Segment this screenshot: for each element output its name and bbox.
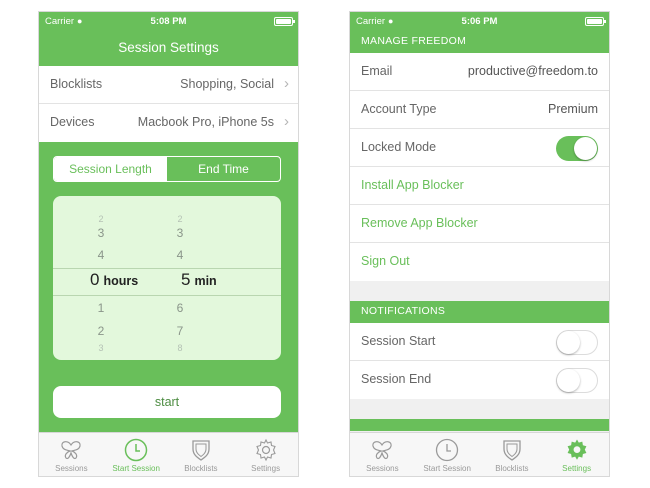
battery-icon — [274, 17, 295, 26]
picker-mins-option[interactable]: 3 — [170, 226, 190, 240]
remove-app-blocker-row[interactable]: Remove App Blocker — [350, 205, 609, 243]
locked-mode-toggle[interactable] — [556, 136, 598, 161]
section-header-partial — [350, 419, 609, 431]
status-bar: Carrier ● 5:06 PM — [350, 12, 609, 31]
session-end-toggle[interactable] — [556, 368, 598, 393]
tab-start-session[interactable]: Start Session — [415, 433, 480, 476]
shield-icon — [503, 440, 521, 461]
mins-value: 5 — [181, 270, 191, 289]
picker-selection-band — [53, 268, 281, 296]
clock-icon — [435, 438, 459, 462]
toggle-knob — [574, 137, 597, 160]
picker-hours-option[interactable]: 2 — [91, 214, 111, 224]
butterfly-icon — [61, 441, 81, 460]
install-app-blocker-link[interactable]: Install App Blocker — [361, 178, 464, 192]
tab-blocklists[interactable]: Blocklists — [480, 433, 545, 476]
locked-mode-label: Locked Mode — [361, 140, 437, 154]
butterfly-icon — [372, 441, 392, 460]
picker-hours-option[interactable]: 3 — [91, 343, 111, 353]
mins-unit: min — [194, 274, 217, 288]
tab-blocklists-label: Blocklists — [495, 464, 529, 473]
picker-mins-selected: 5 min — [181, 270, 217, 290]
session-options-list: Blocklists Shopping, Social › Devices Ma… — [39, 66, 298, 142]
manage-freedom-header: MANAGE FREEDOM — [350, 31, 609, 53]
email-label: Email — [361, 64, 393, 78]
tab-settings[interactable]: Settings — [544, 433, 609, 476]
picker-hours-option[interactable]: 3 — [91, 226, 111, 240]
settings-screen: Carrier ● 5:06 PM MANAGE FREEDOM Email pr… — [349, 11, 610, 477]
account-type-row: Account Type Premium — [350, 91, 609, 129]
account-type-value: Premium — [547, 102, 598, 116]
tab-start-session-label: Start Session — [112, 464, 160, 473]
picker-mins-option[interactable]: 8 — [170, 343, 190, 353]
tab-settings[interactable]: Settings — [233, 433, 298, 476]
tab-sessions[interactable]: Sessions — [39, 433, 104, 476]
picker-hours-option[interactable]: 1 — [91, 301, 111, 315]
picker-mins-option[interactable]: 6 — [170, 301, 190, 315]
notifications-header: NOTIFICATIONS — [350, 301, 609, 323]
tab-blocklists[interactable]: Blocklists — [169, 433, 234, 476]
hours-unit: hours — [103, 274, 139, 288]
picker-mins-option[interactable]: 2 — [170, 214, 190, 224]
picker-hours-selected: 0 hours — [90, 270, 138, 290]
chevron-right-icon: › — [284, 75, 289, 92]
tab-sessions[interactable]: Sessions — [350, 433, 415, 476]
toggle-knob — [557, 369, 580, 392]
segment-end-time[interactable]: End Time — [167, 157, 280, 181]
section-gap — [350, 399, 609, 419]
battery-icon — [585, 17, 606, 26]
session-body: Session Length End Time 2 3 4 1 2 3 2 3 … — [39, 142, 298, 440]
session-mode-segment: Session Length End Time — [53, 156, 281, 182]
status-time: 5:08 PM — [150, 16, 187, 27]
session-start-row: Session Start — [350, 323, 609, 361]
email-value: productive@freedom.to — [467, 64, 598, 78]
tab-start-session-label: Start Session — [423, 464, 471, 473]
page-title: Session Settings — [39, 31, 298, 66]
sign-out-row[interactable]: Sign Out — [350, 243, 609, 281]
blocklists-label: Blocklists — [50, 77, 103, 91]
session-end-row: Session End — [350, 361, 609, 399]
session-settings-screen: Carrier ● 5:08 PM Session Settings Blockl… — [38, 11, 299, 477]
start-button[interactable]: start — [53, 386, 281, 418]
email-row: Email productive@freedom.to — [350, 53, 609, 91]
picker-mins-option[interactable]: 7 — [170, 324, 190, 338]
clock-icon — [124, 438, 148, 462]
duration-picker[interactable]: 2 3 4 1 2 3 2 3 4 6 7 8 0 hours 5 min — [53, 196, 281, 360]
shield-icon — [192, 440, 210, 461]
blocklists-value: Shopping, Social — [180, 77, 274, 91]
tab-bar: Sessions Start Session Blocklists Settin… — [350, 432, 609, 476]
tab-settings-label: Settings — [562, 464, 592, 473]
blocklists-row[interactable]: Blocklists Shopping, Social › — [39, 66, 298, 104]
picker-mins-option[interactable]: 4 — [170, 248, 190, 262]
gear-icon — [255, 438, 276, 462]
session-start-label: Session Start — [361, 334, 436, 348]
tab-sessions-label: Sessions — [366, 464, 399, 473]
chevron-right-icon: › — [284, 113, 289, 130]
tab-bar: Sessions Start Session Blocklists Settin… — [39, 432, 298, 476]
tab-settings-label: Settings — [251, 464, 281, 473]
segment-session-length[interactable]: Session Length — [54, 157, 167, 181]
devices-value: Macbook Pro, iPhone 5s — [137, 115, 274, 129]
session-start-toggle[interactable] — [556, 330, 598, 355]
toggle-knob — [557, 331, 580, 354]
remove-app-blocker-link[interactable]: Remove App Blocker — [361, 216, 478, 230]
status-bar: Carrier ● 5:08 PM — [39, 12, 298, 31]
install-app-blocker-row[interactable]: Install App Blocker — [350, 167, 609, 205]
locked-mode-row: Locked Mode — [350, 129, 609, 167]
devices-label: Devices — [50, 115, 95, 129]
tab-sessions-label: Sessions — [55, 464, 88, 473]
account-type-label: Account Type — [361, 102, 437, 116]
hours-value: 0 — [90, 270, 100, 289]
tab-start-session[interactable]: Start Session — [104, 433, 169, 476]
status-time: 5:06 PM — [461, 16, 498, 27]
sign-out-link[interactable]: Sign Out — [361, 254, 410, 268]
session-end-label: Session End — [361, 372, 432, 386]
section-gap — [350, 281, 609, 301]
picker-hours-option[interactable]: 2 — [91, 324, 111, 338]
picker-hours-option[interactable]: 4 — [91, 248, 111, 262]
tab-blocklists-label: Blocklists — [184, 464, 218, 473]
gear-icon — [567, 439, 587, 460]
devices-row[interactable]: Devices Macbook Pro, iPhone 5s › — [39, 104, 298, 142]
